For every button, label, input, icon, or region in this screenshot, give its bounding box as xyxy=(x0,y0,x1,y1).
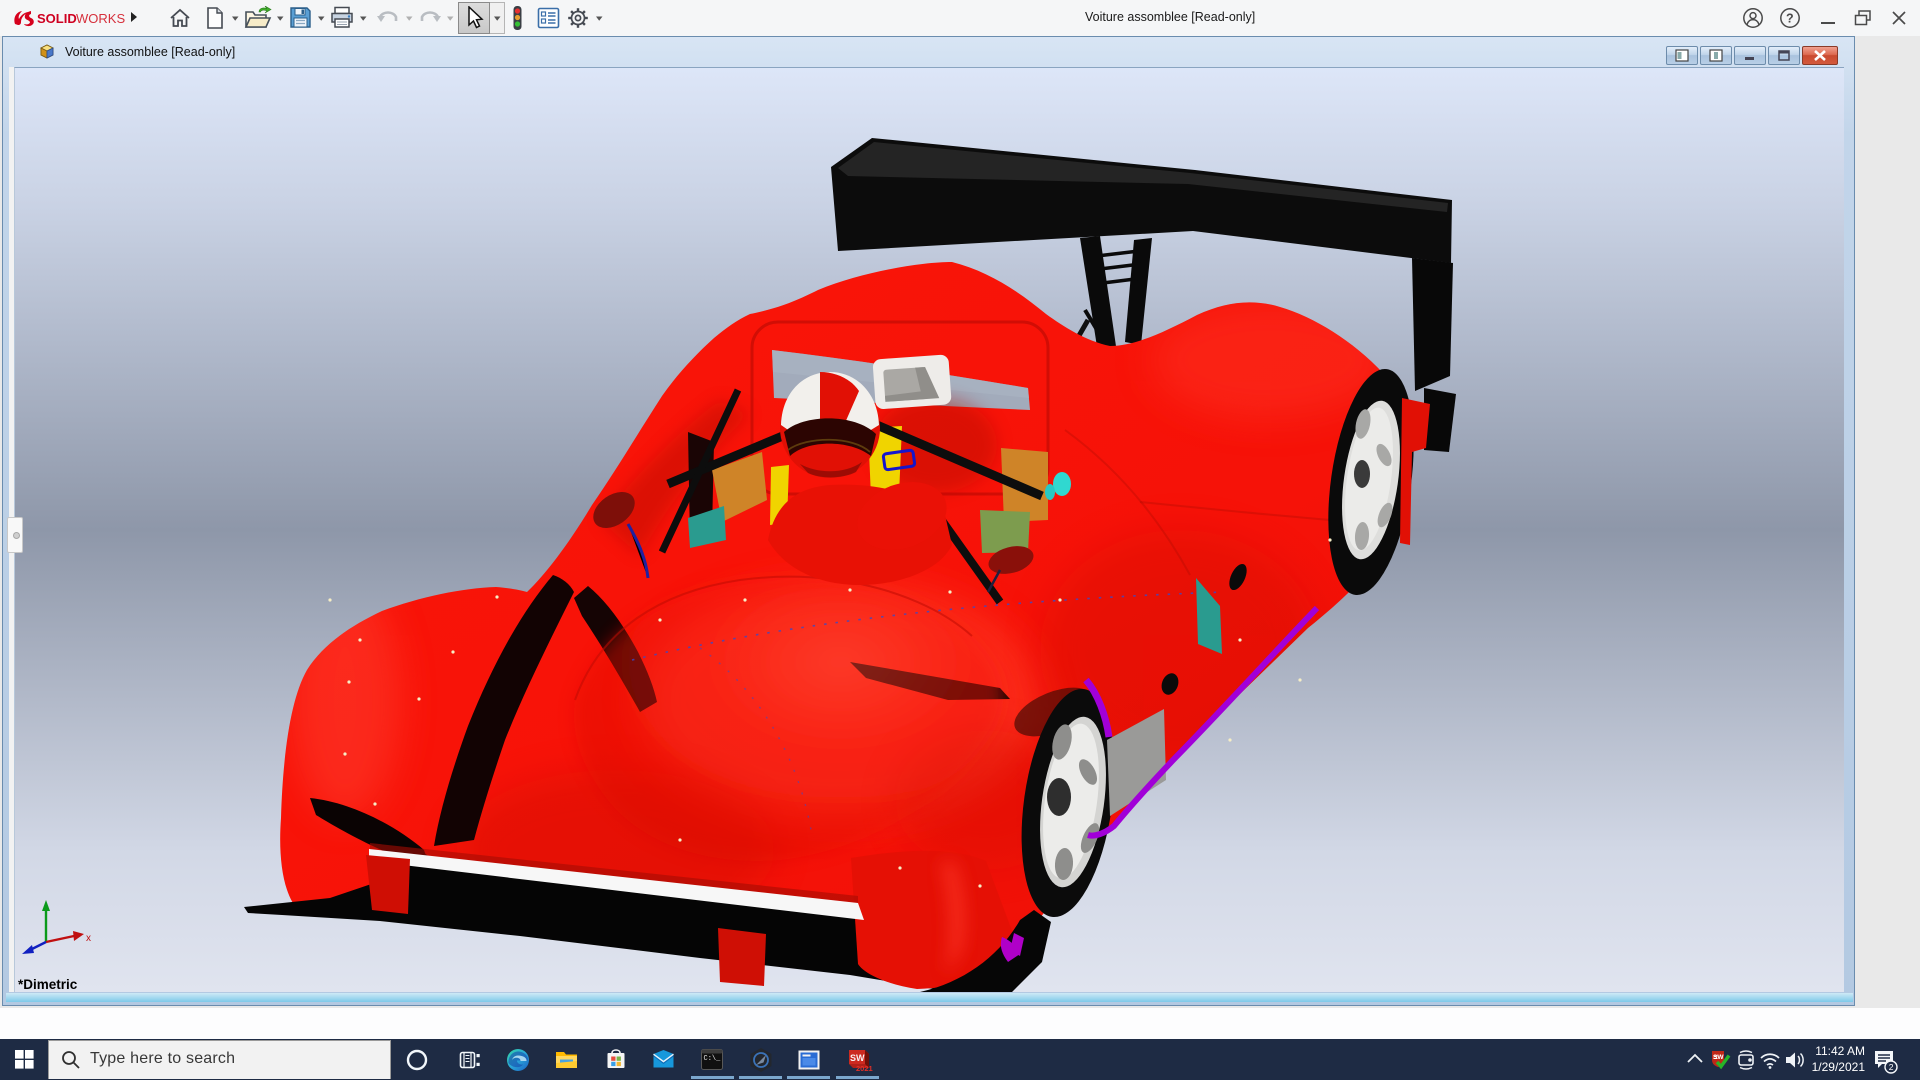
svg-text:SW: SW xyxy=(1713,1054,1724,1061)
svg-text:SW: SW xyxy=(850,1053,865,1063)
svg-text:C:\_: C:\_ xyxy=(704,1055,722,1063)
svg-text:SOLID: SOLID xyxy=(37,11,77,26)
svg-text:WORKS: WORKS xyxy=(76,11,125,26)
svg-text:?: ? xyxy=(1786,12,1794,26)
svg-text:*Dimetric: *Dimetric xyxy=(18,977,78,992)
svg-text:x: x xyxy=(86,933,91,944)
svg-text:2021: 2021 xyxy=(856,1064,873,1073)
svg-text:2: 2 xyxy=(1889,1062,1894,1072)
